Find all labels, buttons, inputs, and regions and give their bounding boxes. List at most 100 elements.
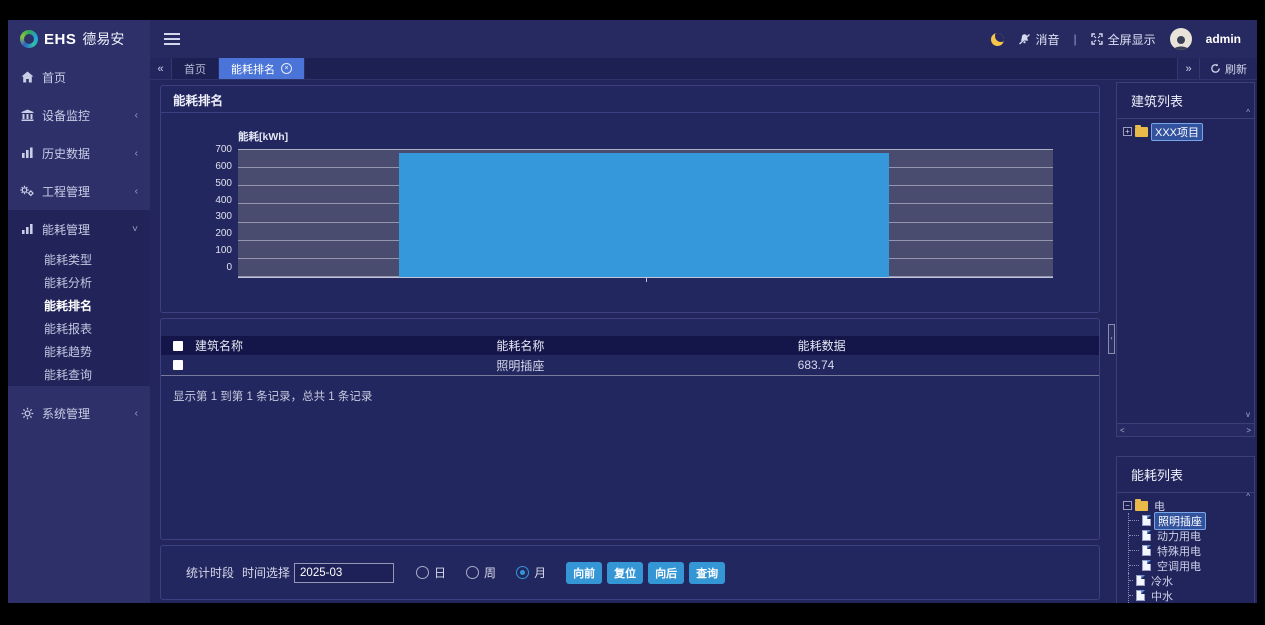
- theme-toggle-button[interactable]: [991, 33, 1004, 46]
- sidebar-subitem-energy-type[interactable]: 能耗类型: [8, 248, 150, 271]
- brand-ehs: EHS: [44, 31, 76, 48]
- cell-energy-name: 照明插座: [496, 357, 797, 374]
- tabs-scroll-left-button[interactable]: «: [150, 58, 172, 79]
- query-button[interactable]: 查询: [689, 562, 725, 584]
- sidebar-subitem-energy-trend[interactable]: 能耗趋势: [8, 340, 150, 363]
- energy-tree: − 电 照明插座 动力用电: [1117, 493, 1254, 603]
- tabs-scroll-right-button[interactable]: »: [1177, 58, 1199, 79]
- prev-button[interactable]: 向前: [566, 562, 602, 584]
- nav-divider: |: [1074, 32, 1077, 46]
- select-all-checkbox[interactable]: [173, 341, 183, 351]
- horizontal-scrollbar[interactable]: < >: [1117, 423, 1254, 436]
- fullscreen-button[interactable]: 全屏显示: [1091, 31, 1156, 48]
- sidebar-subitem-energy-query[interactable]: 能耗查询: [8, 363, 150, 386]
- tree-node-power-electricity[interactable]: 动力用电: [1129, 528, 1250, 543]
- column-header-energy-value: 能耗数据: [798, 337, 1099, 354]
- file-icon: [1136, 575, 1145, 586]
- tab-label: 首页: [184, 61, 206, 77]
- scroll-up-icon[interactable]: ^: [1246, 493, 1250, 501]
- refresh-button[interactable]: 刷新: [1199, 58, 1257, 79]
- radio-label: 月: [534, 564, 546, 581]
- mute-button[interactable]: 消音: [1018, 31, 1060, 48]
- scroll-left-icon[interactable]: <: [1120, 426, 1125, 435]
- sidebar-subitem-energy-ranking[interactable]: 能耗排名: [8, 294, 150, 317]
- gears-icon: [20, 185, 34, 197]
- table-panel: 建筑名称 能耗名称 能耗数据 照明插座 683.74 显示第 1 到第 1 条记…: [160, 318, 1100, 540]
- sidebar-item-label: 能耗管理: [42, 221, 90, 238]
- tab-close-icon[interactable]: ×: [281, 63, 292, 74]
- energy-list-panel: 能耗列表 − 电 照明插座 动力用电: [1116, 456, 1255, 603]
- user-avatar[interactable]: [1170, 28, 1192, 50]
- sidebar-group-energy: 能耗管理 ˅ 能耗类型 能耗分析 能耗排名 能耗报表 能耗趋势 能耗查询: [8, 210, 150, 386]
- scroll-right-icon[interactable]: >: [1246, 426, 1251, 435]
- sidebar-item-energy-management[interactable]: 能耗管理 ˅: [8, 210, 150, 248]
- person-icon: [1172, 34, 1190, 50]
- main-column: 能耗排名 能耗[kWh] 700600 500400 300200 1000: [150, 81, 1108, 603]
- brand-logo-icon: [20, 30, 38, 48]
- next-button[interactable]: 向后: [648, 562, 684, 584]
- radio-icon: [416, 566, 429, 579]
- content-area: 能耗排名 能耗[kWh] 700600 500400 300200 1000: [150, 81, 1257, 603]
- sidebar-collapse-handle[interactable]: ‹: [1108, 324, 1115, 354]
- tree-node-special-electricity[interactable]: 特殊用电: [1129, 543, 1250, 558]
- bell-muted-icon: [1018, 33, 1031, 46]
- radio-month[interactable]: 月: [516, 564, 546, 581]
- menu-toggle-icon[interactable]: [164, 33, 180, 45]
- tree-node-project[interactable]: + XXX项目: [1123, 124, 1250, 139]
- tree-node-hvac-electricity[interactable]: 空调用电: [1129, 558, 1250, 573]
- left-sidebar: 首页 设备监控 ‹ 历史数据 ‹ 工程管理 ‹: [8, 58, 150, 603]
- chevron-left-icon: ‹: [135, 148, 138, 159]
- file-icon: [1142, 515, 1151, 526]
- tree-node-lighting-socket[interactable]: 照明插座: [1129, 513, 1250, 528]
- sidebar-item-label: 首页: [42, 69, 66, 86]
- tree-node-electricity[interactable]: − 电: [1123, 498, 1250, 513]
- file-icon: [1136, 590, 1145, 601]
- moon-icon: [991, 33, 1004, 46]
- expand-icon[interactable]: +: [1123, 127, 1132, 136]
- bar-chart-icon: [20, 223, 34, 235]
- y-axis-ticks: 700600 500400 300200 1000: [201, 144, 238, 273]
- gear-icon: [20, 407, 34, 420]
- tab-energy-ranking[interactable]: 能耗排名 ×: [219, 58, 305, 79]
- tab-home[interactable]: 首页: [172, 58, 219, 79]
- refresh-icon: [1210, 63, 1221, 74]
- tree-node-cold-water[interactable]: 冷水: [1129, 573, 1250, 588]
- tree-node-label: XXX项目: [1151, 123, 1203, 141]
- sidebar-item-label: 设备监控: [42, 107, 90, 124]
- sidebar-item-label: 系统管理: [42, 405, 90, 422]
- chart-bar: [399, 153, 890, 277]
- column-header-building: 建筑名称: [195, 337, 496, 354]
- chart-area: 能耗[kWh] 700600 500400 300200 1000: [161, 113, 1099, 278]
- sidebar-subitem-energy-report[interactable]: 能耗报表: [8, 317, 150, 340]
- radio-label: 周: [484, 564, 496, 581]
- scroll-up-icon[interactable]: ^: [1246, 109, 1250, 117]
- collapse-icon[interactable]: −: [1123, 501, 1132, 510]
- sidebar-item-project-management[interactable]: 工程管理 ‹: [8, 172, 150, 210]
- time-input[interactable]: [294, 563, 394, 583]
- sidebar-item-label: 历史数据: [42, 145, 90, 162]
- reset-button[interactable]: 复位: [607, 562, 643, 584]
- file-icon: [1142, 560, 1151, 571]
- building-list-panel: 建筑列表 + XXX项目 ^ v < >: [1116, 82, 1255, 437]
- sidebar-item-history-data[interactable]: 历史数据 ‹: [8, 134, 150, 172]
- folder-icon: [1135, 127, 1148, 137]
- radio-day[interactable]: 日: [416, 564, 446, 581]
- row-checkbox[interactable]: [173, 360, 183, 370]
- table-header-row: 建筑名称 能耗名称 能耗数据: [161, 336, 1099, 355]
- time-controls-panel: 统计时段 时间选择 日 周 月: [160, 545, 1100, 600]
- tab-label: 能耗排名: [231, 61, 275, 77]
- username-label[interactable]: admin: [1206, 32, 1241, 46]
- sidebar-item-system-management[interactable]: 系统管理 ‹: [8, 394, 150, 432]
- scroll-down-icon[interactable]: v: [1246, 411, 1250, 419]
- radio-week[interactable]: 周: [466, 564, 496, 581]
- sidebar-item-device-monitoring[interactable]: 设备监控 ‹: [8, 96, 150, 134]
- tree-node-label: 空调用电: [1154, 558, 1204, 574]
- cell-energy-value: 683.74: [798, 358, 1099, 372]
- file-icon: [1142, 545, 1151, 556]
- sidebar-item-home[interactable]: 首页: [8, 58, 150, 96]
- radio-label: 日: [434, 564, 446, 581]
- tree-node-medium-water[interactable]: 中水: [1129, 588, 1250, 603]
- tree-node-label: 中水: [1148, 588, 1176, 604]
- sidebar-subitem-energy-analysis[interactable]: 能耗分析: [8, 271, 150, 294]
- table-row[interactable]: 照明插座 683.74: [161, 355, 1099, 376]
